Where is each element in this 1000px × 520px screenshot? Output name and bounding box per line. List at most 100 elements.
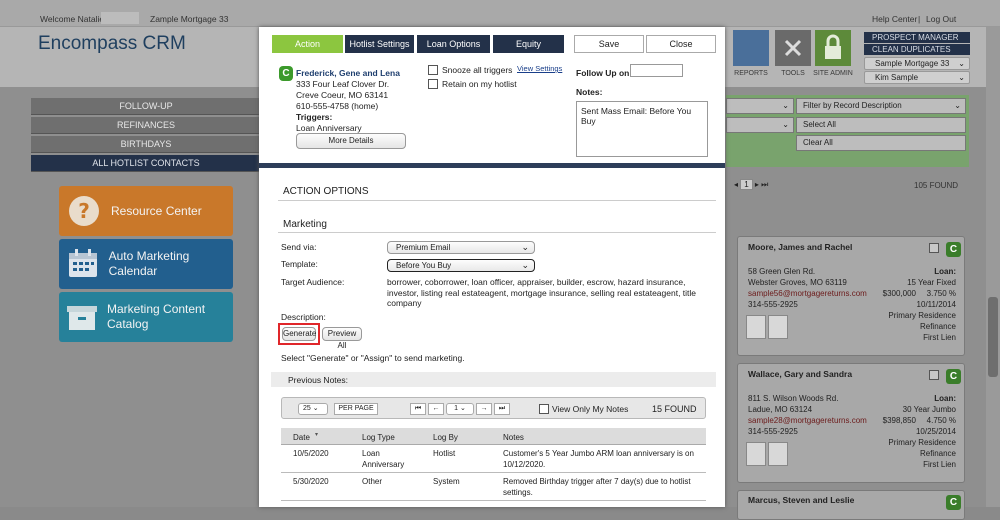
page-select[interactable]: 1 ⌄ — [446, 403, 474, 415]
tile-resource-center[interactable]: ? Resource Center — [59, 186, 233, 236]
retain-checkbox[interactable] — [428, 79, 438, 89]
tile-marketing-content-catalog[interactable]: Marketing Content Catalog — [59, 292, 233, 342]
sort-icon[interactable]: ▾ — [315, 431, 318, 438]
triggers-label: Triggers: — [296, 112, 333, 122]
save-button[interactable]: Save — [574, 35, 644, 53]
results-pager[interactable]: ◂ 1 ▸ ⏭ — [734, 179, 768, 190]
view-settings-link[interactable]: View Settings — [517, 64, 562, 73]
nav-refinances[interactable]: REFINANCES — [31, 117, 261, 134]
nav-all-hotlist-contacts[interactable]: ALL HOTLIST CONTACTS — [31, 155, 261, 172]
bar-chart-icon[interactable] — [746, 315, 766, 339]
col-notes[interactable]: Notes — [503, 432, 524, 443]
company-name: Zample Mortgage 33 — [150, 14, 229, 24]
view-only-checkbox[interactable] — [539, 404, 549, 414]
col-log-type[interactable]: Log Type — [362, 432, 395, 443]
divider — [259, 163, 725, 168]
col-date[interactable]: Date — [293, 432, 310, 443]
logout-link[interactable]: Log Out — [926, 14, 956, 24]
welcome-text: Welcome Natalie — [40, 14, 105, 24]
send-via-select[interactable]: Premium Email ⌄ — [387, 241, 535, 254]
clear-all-option[interactable]: Clear All — [796, 135, 966, 151]
scrollbar-thumb[interactable] — [988, 297, 998, 377]
clean-duplicates-link[interactable]: CLEAN DUPLICATES — [864, 44, 970, 55]
question-icon: ? — [65, 192, 103, 230]
per-page-select[interactable]: 25 ⌄ — [298, 403, 328, 415]
card-loan-amount: $300,000 — [882, 289, 916, 298]
company-select[interactable]: Sample Mortgage 33 ⌄ — [864, 57, 970, 70]
row-date: 10/5/2020 — [293, 449, 329, 458]
tab-action[interactable]: Action — [272, 35, 343, 53]
contact-city: Creve Coeur, MO 63141 — [296, 90, 389, 100]
preview-all-button[interactable]: Preview All — [322, 327, 362, 350]
card-email[interactable]: sample56@mortgagereturns.com — [748, 288, 867, 299]
card-email[interactable]: sample28@mortgagereturns.com — [748, 415, 867, 426]
follow-up-input[interactable] — [630, 64, 683, 77]
template-select[interactable]: Before You Buy ⌄ — [387, 259, 535, 272]
more-details-button[interactable]: More Details — [296, 133, 406, 149]
user-select[interactable]: Kim Sample ⌄ — [864, 71, 970, 84]
card-loan-amount: $398,850 — [882, 416, 916, 425]
chevron-down-icon: ⌄ — [782, 101, 789, 110]
card-checkbox[interactable] — [929, 243, 939, 253]
contact-card[interactable]: Wallace, Gary and Sandra C 811 S. Wilson… — [737, 363, 965, 483]
next-page-icon[interactable]: → — [476, 403, 492, 415]
savings-icon[interactable] — [768, 315, 788, 339]
card-purpose: Refinance — [919, 322, 956, 331]
tab-hotlist-settings[interactable]: Hotlist Settings — [345, 35, 414, 53]
contact-card[interactable]: Marcus, Steven and Leslie C — [737, 490, 965, 520]
card-loan-date: 10/25/2014 — [915, 427, 956, 436]
tools-icon[interactable] — [775, 30, 811, 66]
generate-button[interactable]: Generate — [282, 327, 316, 341]
nav-follow-up[interactable]: FOLLOW-UP — [31, 98, 261, 115]
contact-phone: 610-555-4758 (home) — [296, 101, 379, 111]
contact-address: 333 Four Leaf Clover Dr. — [296, 79, 390, 89]
savings-icon[interactable] — [768, 442, 788, 466]
card-name[interactable]: Wallace, Gary and Sandra — [748, 369, 852, 379]
first-page-icon[interactable]: ⏮ — [410, 403, 426, 415]
description-label: Description: — [281, 312, 326, 322]
card-checkbox[interactable] — [929, 370, 939, 380]
nav-birthdays[interactable]: BIRTHDAYS — [31, 136, 261, 153]
file-cabinet-icon — [65, 298, 99, 336]
tab-loan-options[interactable]: Loan Options — [417, 35, 490, 53]
close-button[interactable]: Close — [646, 35, 716, 53]
notes-textarea[interactable]: Sent Mass Email: Before You Buy — [576, 101, 708, 157]
contact-name[interactable]: Frederick, Gene and Lena — [296, 68, 400, 78]
row-notes: Customer's 5 Year Jumbo ARM loan anniver… — [503, 449, 694, 469]
notes-label: Notes: — [576, 87, 603, 97]
snooze-checkbox[interactable] — [428, 65, 438, 75]
page-scrollbar[interactable] — [986, 27, 1000, 507]
site-admin-label[interactable]: SITE ADMIN — [808, 70, 858, 77]
per-page-button[interactable]: PER PAGE — [334, 403, 378, 415]
help-center-link[interactable]: Help Center — [872, 14, 917, 24]
reports-icon[interactable] — [733, 30, 769, 66]
chevron-down-icon: ⌄ — [782, 120, 789, 129]
select-all-option[interactable]: Select All — [796, 117, 966, 133]
card-loan-type: 15 Year Fixed — [907, 278, 956, 287]
card-name[interactable]: Moore, James and Rachel — [748, 242, 852, 252]
snooze-label: Snooze all triggers — [442, 65, 513, 75]
tile-auto-marketing-calendar[interactable]: Auto Marketing Calendar — [59, 239, 233, 289]
record-description-filter[interactable]: Filter by Record Description ⌄ — [796, 98, 966, 114]
card-name[interactable]: Marcus, Steven and Leslie — [748, 495, 854, 505]
last-page-icon[interactable]: ⏭ — [494, 403, 510, 415]
tab-equity[interactable]: Equity — [493, 35, 564, 53]
card-phone: 314-555-2925 — [748, 427, 798, 436]
filter-select-1[interactable]: ⌄ — [726, 98, 794, 114]
instruction-text: Select "Generate" or "Assign" to send ma… — [281, 353, 465, 363]
filter-select-2[interactable]: ⌄ — [726, 117, 794, 133]
card-residence: Primary Residence — [888, 311, 956, 320]
contact-card[interactable]: Moore, James and Rachel C 58 Green Glen … — [737, 236, 965, 356]
prev-page-icon[interactable]: ← — [428, 403, 444, 415]
lock-icon[interactable] — [815, 30, 851, 66]
prospect-manager-link[interactable]: PROSPECT MANAGER — [864, 32, 970, 43]
col-log-by[interactable]: Log By — [433, 432, 458, 443]
template-label: Template: — [281, 259, 318, 269]
username-redacted — [101, 12, 139, 24]
card-badge: C — [946, 242, 961, 257]
target-audience-value: borrower, coborrower, loan officer, appr… — [387, 277, 697, 308]
rate-icon[interactable] — [746, 442, 766, 466]
card-loan-type: 30 Year Jumbo — [902, 405, 956, 414]
previous-notes-label: Previous Notes: — [288, 375, 348, 385]
notes-count: 15 FOUND — [652, 404, 697, 414]
